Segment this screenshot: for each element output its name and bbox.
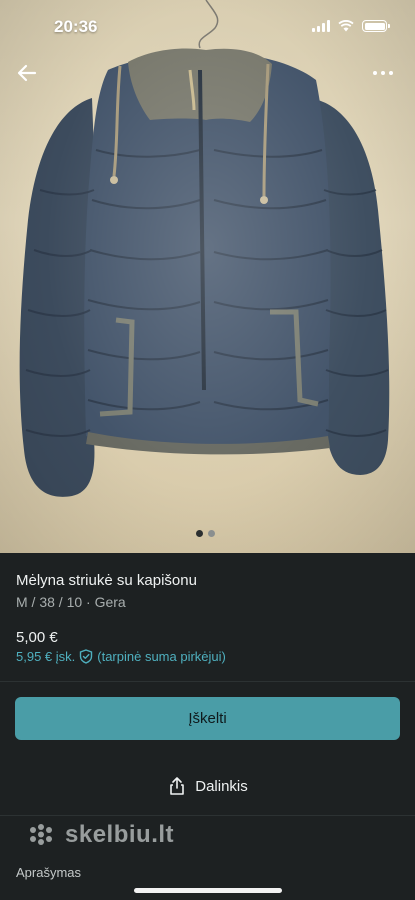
photo-vignette — [0, 0, 415, 553]
share-button[interactable]: Dalinkis — [0, 771, 415, 801]
skelbiu-logo-icon — [30, 824, 52, 845]
buyer-price: 5,95 € įsk. — [16, 649, 76, 664]
shield-check-icon — [80, 649, 93, 664]
watermark-text: skelbiu.lt — [65, 821, 175, 848]
buy-button[interactable]: Įškelti — [15, 697, 400, 740]
gallery-pagination — [196, 530, 215, 537]
cellular-signal-icon — [312, 20, 330, 32]
site-watermark: skelbiu.lt — [27, 821, 174, 849]
status-time: 20:36 — [54, 17, 98, 36]
listing-photo[interactable] — [0, 0, 415, 553]
listing-price: 5,00 € — [16, 629, 58, 646]
buyer-price-row[interactable]: 5,95 € įsk. (tarpinė suma pirkėjui) — [16, 649, 226, 664]
status-icons — [312, 20, 390, 32]
divider — [0, 681, 415, 682]
listing-title: Mėlyna striukė su kapišonu — [16, 572, 197, 589]
share-label: Dalinkis — [195, 777, 248, 795]
gallery-dot[interactable] — [208, 530, 215, 537]
more-icon[interactable] — [373, 63, 397, 83]
gallery-dot-active[interactable] — [196, 530, 203, 537]
share-icon — [170, 777, 185, 795]
home-indicator[interactable] — [134, 888, 282, 893]
divider — [0, 815, 415, 816]
description-heading[interactable]: Aprašymas — [16, 865, 81, 880]
back-arrow-icon[interactable] — [14, 60, 40, 86]
wifi-icon — [338, 20, 354, 32]
listing-meta: M / 38 / 10 · Gera — [16, 594, 126, 610]
listing-info-panel: Mėlyna striukė su kapišonu M / 38 / 10 ·… — [0, 553, 415, 900]
buy-button-label: Įškelti — [188, 710, 227, 727]
battery-icon — [362, 20, 390, 32]
status-bar: 20:36 — [0, 0, 415, 56]
buyer-price-note: (tarpinė suma pirkėjui) — [97, 649, 226, 664]
